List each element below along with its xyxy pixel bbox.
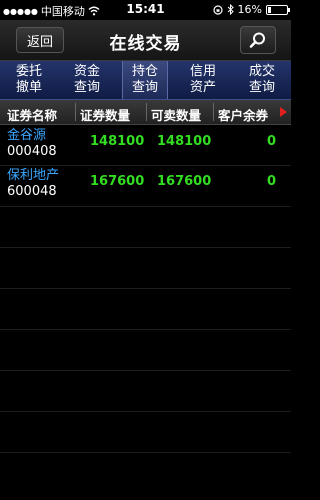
tab-label-line1: 持仓 bbox=[131, 64, 158, 79]
tab-credit-assets[interactable]: 信用 资产 bbox=[180, 61, 226, 99]
table-row[interactable]: 金谷源 000408 148100 148100 0 bbox=[0, 124, 291, 164]
tab-label-line2: 查询 bbox=[73, 80, 100, 95]
column-divider bbox=[146, 103, 147, 121]
tab-positions-query[interactable]: 持仓 查询 bbox=[122, 61, 168, 99]
column-header-sellable: 可卖数量 bbox=[151, 108, 202, 123]
quantity-cell: 148100 bbox=[90, 134, 145, 149]
arrow-right-icon[interactable] bbox=[280, 107, 287, 117]
bluetooth-icon bbox=[227, 4, 234, 15]
security-name: 金谷源 bbox=[7, 128, 47, 143]
status-bar: ●●●●● 中国移动 15:41 16% bbox=[0, 0, 291, 20]
tab-trades-query[interactable]: 成交 查询 bbox=[239, 61, 285, 99]
table-row[interactable]: 保利地产 600048 167600 167600 0 bbox=[0, 164, 291, 204]
tab-label-line2: 撤单 bbox=[15, 80, 42, 95]
sellable-cell: 148100 bbox=[157, 134, 212, 149]
navigation-bar: 返回 在线交易 bbox=[0, 20, 291, 61]
security-name: 保利地产 bbox=[7, 168, 60, 183]
column-header-client-balance: 客户余券 bbox=[218, 108, 269, 123]
tab-label-line2: 资产 bbox=[189, 80, 216, 95]
tab-cancel-order[interactable]: 委托 撤单 bbox=[6, 61, 52, 99]
column-divider bbox=[213, 103, 214, 121]
battery-percent: 16% bbox=[237, 3, 262, 16]
tab-label-line1: 成交 bbox=[248, 64, 275, 79]
client-balance-cell: 0 bbox=[267, 174, 277, 189]
tab-label-line2: 查询 bbox=[248, 80, 275, 95]
orientation-lock-icon bbox=[212, 4, 223, 15]
column-header-quantity: 证券数量 bbox=[80, 108, 131, 123]
tab-label-line1: 委托 bbox=[15, 64, 42, 79]
sellable-cell: 167600 bbox=[157, 174, 212, 189]
tab-funds-query[interactable]: 资金 查询 bbox=[64, 61, 110, 99]
function-tab-bar: 委托 撤单 资金 查询 持仓 查询 信用 资产 成交 查询 bbox=[0, 61, 291, 100]
search-button[interactable] bbox=[240, 26, 276, 54]
tab-label-line1: 信用 bbox=[189, 64, 216, 79]
column-header-security-name: 证券名称 bbox=[7, 108, 58, 123]
security-code: 000408 bbox=[7, 144, 57, 159]
tab-label-line1: 资金 bbox=[73, 64, 100, 79]
search-icon bbox=[249, 32, 265, 48]
quantity-cell: 167600 bbox=[90, 174, 145, 189]
client-balance-cell: 0 bbox=[267, 134, 277, 149]
table-header: 证券名称 证券数量 可卖数量 客户余券 bbox=[0, 100, 291, 125]
battery-fill bbox=[268, 6, 272, 13]
status-right: 16% bbox=[212, 3, 290, 16]
battery-icon bbox=[266, 4, 290, 15]
security-code: 600048 bbox=[7, 184, 57, 199]
tab-label-line2: 查询 bbox=[131, 80, 158, 95]
column-divider bbox=[75, 103, 76, 121]
